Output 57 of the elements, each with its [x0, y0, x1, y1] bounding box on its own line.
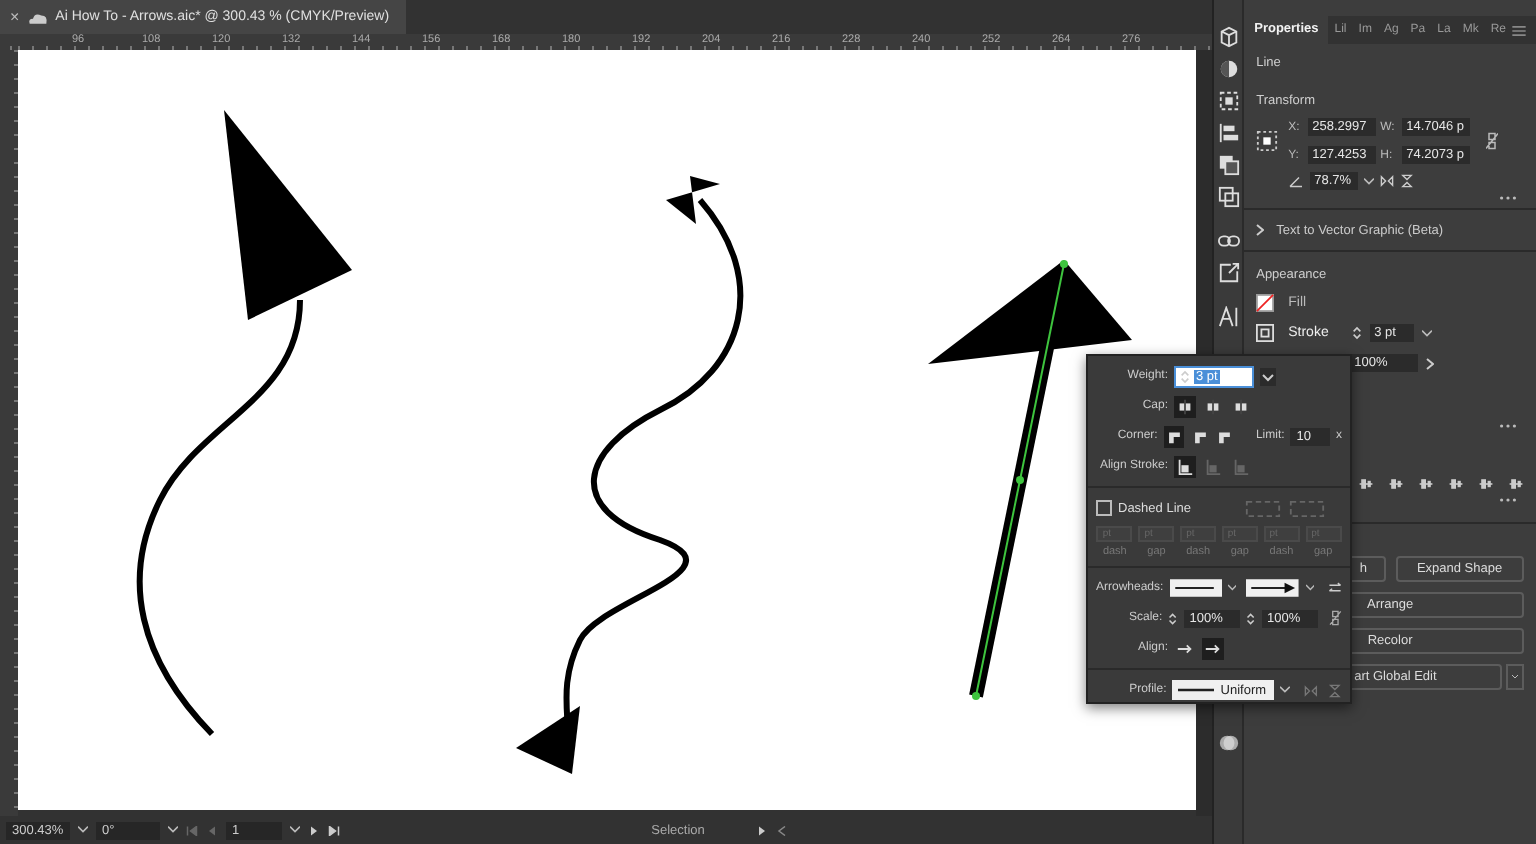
cloud-icon: [27, 11, 48, 23]
arrow-align-icon[interactable]: [1202, 637, 1224, 659]
align-icon[interactable]: [1217, 122, 1240, 144]
align-icon[interactable]: [1418, 476, 1434, 492]
no-fill-swatch-icon[interactable]: [1256, 294, 1275, 312]
align-icon[interactable]: [1388, 476, 1404, 492]
swatch-icon[interactable]: [1217, 732, 1240, 754]
stepper-icon[interactable]: [1352, 324, 1363, 342]
checkbox[interactable]: [1096, 500, 1112, 516]
back-icon[interactable]: [776, 825, 788, 835]
reference-point-icon[interactable]: [1256, 130, 1279, 152]
no-arrowhead-field[interactable]: [1169, 578, 1222, 598]
flip-horizontal-icon[interactable]: [1380, 174, 1395, 188]
caret-icon[interactable]: [1280, 686, 1291, 694]
align-icon[interactable]: [1358, 476, 1374, 492]
align-icon[interactable]: [1508, 476, 1524, 492]
last-icon[interactable]: [328, 825, 340, 835]
caret-icon[interactable]: [1260, 367, 1276, 385]
stroke-swatch-icon[interactable]: [1256, 324, 1275, 342]
play-icon[interactable]: [756, 825, 768, 835]
layers-icon[interactable]: [1217, 154, 1240, 176]
menu-icon[interactable]: [1512, 25, 1526, 35]
unlink-icon[interactable]: [1327, 610, 1343, 626]
caret-icon[interactable]: [78, 826, 88, 834]
align-icon[interactable]: [1448, 476, 1464, 492]
squares-icon[interactable]: [1217, 186, 1240, 208]
profile-line-icon: [1178, 686, 1215, 694]
link-icon[interactable]: [1217, 230, 1240, 252]
caret-icon[interactable]: [1364, 177, 1375, 185]
cube-icon[interactable]: [1217, 26, 1240, 48]
caret-icon[interactable]: [1227, 584, 1237, 592]
caret-icon[interactable]: [290, 826, 300, 834]
cap-option-icon[interactable]: [1230, 395, 1252, 417]
swap-icon[interactable]: [1328, 580, 1342, 596]
cap-option-icon[interactable]: [1174, 395, 1196, 417]
stepper-icon[interactable]: [1168, 609, 1178, 627]
stepper-icon[interactable]: [1245, 609, 1256, 627]
align-stroke-icon[interactable]: [1174, 455, 1196, 477]
close-button[interactable]: ×: [10, 8, 20, 26]
corner-option-icon[interactable]: [1163, 425, 1184, 447]
caret-icon[interactable]: [1422, 329, 1433, 337]
character-icon[interactable]: [1217, 306, 1240, 328]
export-icon[interactable]: [1217, 262, 1240, 284]
angle-icon: [1288, 175, 1305, 187]
align-icon[interactable]: [1478, 476, 1494, 492]
next-icon[interactable]: [308, 825, 320, 835]
caret-icon[interactable]: [168, 826, 178, 834]
arrowhead-field[interactable]: [1246, 578, 1300, 598]
chain-icon[interactable]: [1486, 132, 1499, 150]
chevron-icon[interactable]: [1426, 357, 1435, 369]
stepper-icon[interactable]: [1180, 367, 1190, 385]
dashed-square-icon[interactable]: [1217, 90, 1240, 112]
chevron-icon: [1256, 224, 1265, 236]
flip-vertical-icon[interactable]: [1400, 174, 1415, 188]
caret-icon[interactable]: [1305, 584, 1314, 592]
cap-option-icon[interactable]: [1202, 395, 1224, 417]
half-circle-icon[interactable]: [1217, 58, 1240, 80]
